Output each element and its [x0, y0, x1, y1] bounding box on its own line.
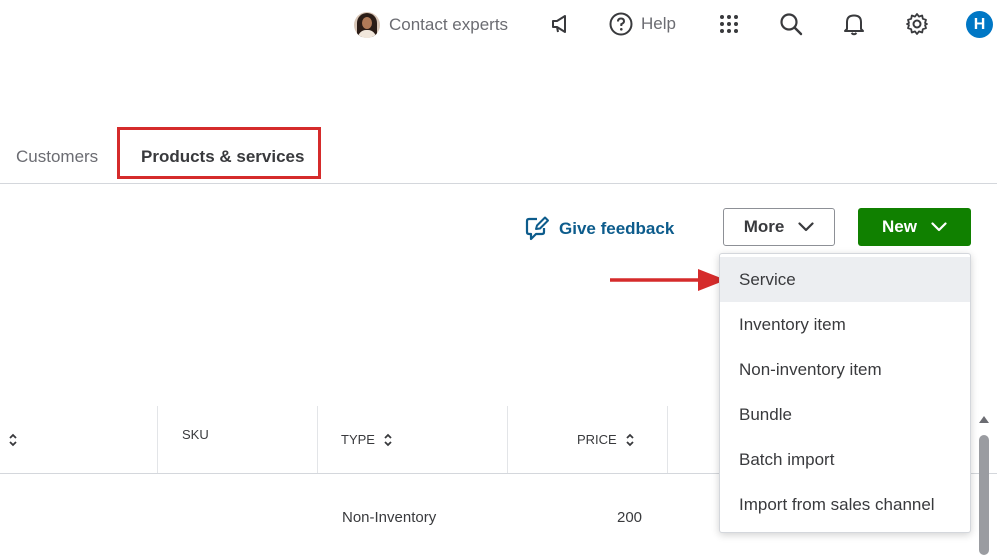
- help-button[interactable]: Help: [609, 10, 676, 38]
- contact-experts-button[interactable]: Contact experts: [354, 10, 508, 40]
- top-bar: Contact experts Help H: [0, 0, 997, 50]
- annotation-highlight-box: [117, 127, 321, 179]
- menu-item-non-inventory-item[interactable]: Non-inventory item: [720, 347, 970, 392]
- column-divider: [317, 406, 318, 473]
- column-header-price-label: PRICE: [577, 432, 617, 447]
- apps-grid-icon[interactable]: [716, 11, 742, 37]
- menu-item-inventory-item[interactable]: Inventory item: [720, 302, 970, 347]
- help-icon: [609, 12, 633, 36]
- user-avatar[interactable]: H: [966, 11, 993, 38]
- expert-avatar-icon: [354, 12, 380, 38]
- gear-icon[interactable]: [904, 11, 930, 37]
- contact-experts-label: Contact experts: [389, 15, 509, 34]
- cell-type: Non-Inventory: [342, 509, 437, 526]
- column-header-type-label: TYPE: [341, 432, 375, 447]
- column-divider: [507, 406, 508, 473]
- annotation-arrow-icon: [610, 269, 726, 291]
- menu-item-import-from-sales-channel[interactable]: Import from sales channel: [720, 482, 970, 527]
- new-button-label: New: [882, 217, 917, 236]
- search-icon[interactable]: [778, 11, 804, 37]
- column-header-price[interactable]: PRICE: [577, 406, 635, 473]
- bell-icon[interactable]: [841, 11, 867, 37]
- chevron-down-icon: [798, 222, 814, 232]
- sort-icon: [9, 433, 17, 446]
- menu-item-batch-import[interactable]: Batch import: [720, 437, 970, 482]
- column-header-type[interactable]: TYPE: [341, 406, 393, 473]
- give-feedback-label: Give feedback: [559, 219, 675, 238]
- tab-customers[interactable]: Customers: [16, 130, 98, 183]
- scroll-up-icon[interactable]: [978, 414, 990, 424]
- more-button[interactable]: More: [723, 208, 835, 246]
- more-button-label: More: [743, 217, 785, 236]
- announcement-icon[interactable]: [548, 11, 574, 37]
- column-divider: [667, 406, 668, 473]
- cell-price: 200: [617, 509, 643, 526]
- column-header-sku[interactable]: SKU: [182, 401, 209, 468]
- give-feedback-link[interactable]: Give feedback: [524, 214, 674, 244]
- new-dropdown-menu: Service Inventory item Non-inventory ite…: [719, 253, 971, 533]
- sort-icon: [384, 433, 392, 446]
- column-divider: [157, 406, 158, 473]
- first-column-sort[interactable]: [8, 406, 18, 473]
- chevron-down-icon: [931, 222, 947, 232]
- vertical-scrollbar-thumb[interactable]: [979, 435, 989, 555]
- help-label: Help: [641, 14, 676, 33]
- menu-item-service[interactable]: Service: [720, 257, 970, 302]
- menu-item-bundle[interactable]: Bundle: [720, 392, 970, 437]
- new-button[interactable]: New: [858, 208, 971, 246]
- sort-icon: [626, 433, 634, 446]
- feedback-icon: [525, 216, 549, 241]
